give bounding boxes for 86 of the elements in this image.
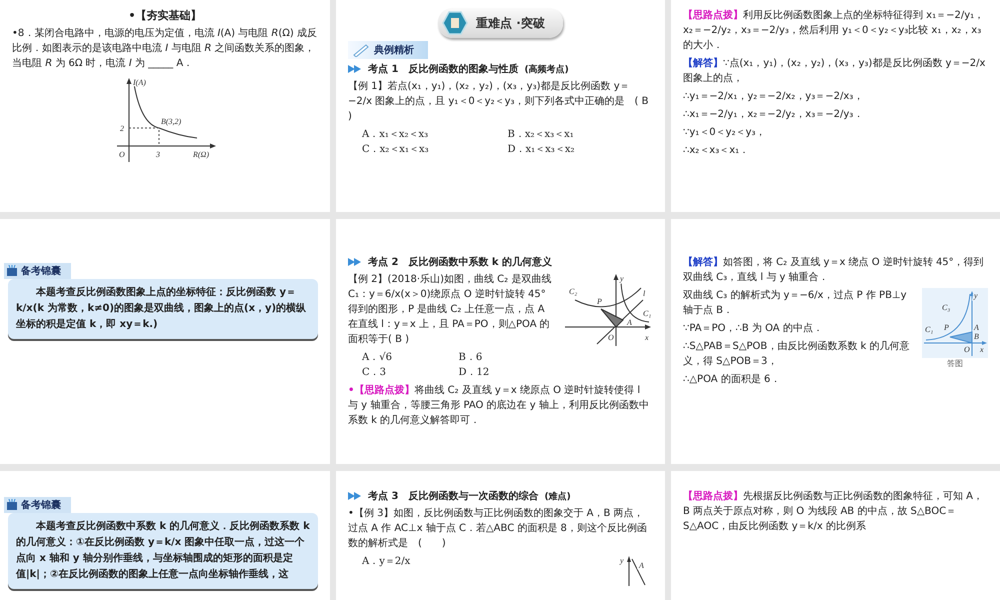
figure-label: P: [944, 323, 949, 332]
paragraph: ∴S△PAB＝S△POB，由反比例函数系数 k 的几何意义，得 S△POB＝3，: [683, 340, 910, 369]
pen-icon: [352, 43, 370, 57]
heading-note: (难点): [544, 490, 571, 502]
paragraph: ∵PA＝PO，∴B 为 OA 的中点．: [683, 322, 824, 336]
line: [596, 300, 644, 344]
answer-option: B．6: [458, 350, 555, 365]
figure-label: R(Ω): [193, 150, 209, 159]
arrow-marker-icon: [348, 258, 362, 266]
slide-thumbnail[interactable]: 备考锦囊 本题考查反比例函数图象上点的坐标特征：反比例函数 y＝k/x(k 为常数，k≠0)的图象是双曲线，图象上的点(x，y)的横纵坐标的积是定值 k，即 xy＝k.): [0, 219, 330, 464]
paragraph: ∴△POA 的面积是 6．: [683, 373, 782, 387]
figure-label: x: [645, 333, 649, 342]
figure-label: A: [627, 318, 632, 327]
paragraph: 【思路点拨】先根据反比例函数与正比例函数的图象特征，可知 A，B 两点关于原点对称，则 O 为线段 AB 的中点，故 S△BOC＝S△AOC，由反比例函数 y＝k/x 的比例系: [683, 490, 984, 534]
figure-label: C₃: [942, 303, 950, 312]
axes-drawing: [627, 556, 631, 586]
arrow-marker-icon: [348, 492, 362, 500]
figure-label: 3: [156, 150, 160, 159]
figure-label: C₂: [569, 287, 578, 296]
paragraph: 双曲线 C₃ 的解析式为 y＝−6/x，过点 P 作 PB⊥y 轴于点 B．: [683, 288, 908, 318]
hexagon-icon: [442, 11, 468, 35]
paragraph: 【例 1】若点(x₁，y₁)，(x₂，y₂)，(x₃，y₃)都是反比例函数 y＝−2/x 图象上的点，且 y₁＜0＜y₂＜y₃，则下列各式中正确的是 ( B ): [348, 80, 650, 124]
tag-label: 典例精析: [374, 44, 414, 57]
slide-thumbnail[interactable]: 重难点 ·突破 典例精析 考点 1 反比例函数的图象与性质 (高频考点) 【例 1】若点(x₁，y₁)，(x₂，y₂)，(x₃，y₃)都是反比例函数 y＝−2/x 图象上的点，且 y₁＜0＜y₂＜y₃，则下列各式中正确的是 ( B ) A．x₁＜x₂＜x₃ B．x₂＜x₃＜x₁ C．x₂＜x₁＜x₃ D．x₁＜x₃＜x₂: [336, 0, 665, 212]
figure-label: O: [608, 333, 614, 342]
tag-label: 备考锦囊: [21, 498, 61, 512]
slide-thumbnail[interactable]: 【解答】如答图，将 C₂ 及直线 y＝x 绕点 O 逆时针旋转 45°，得到双曲线 C₃，直线 l 与 y 轴重合． 双曲线 C₃ 的解析式为 y＝−6/x，过点 P 作 PB⊥y 轴于点 B． ∵PA＝PO，∴B 为 OA 的中点． ∴S△PAB＝S△POB，由反比例函数系数 k 的几何意义，得 S△POB＝3， ∴△POA 的面积是 6． y C₃ C₁ P A B O x 答图: [671, 219, 1000, 464]
figure-label: B(3,2): [161, 117, 182, 126]
answer-option: D．12: [458, 365, 555, 380]
paragraph: ∴y₁＝−2/x₁，y₂＝−2/x₂，y₃＝−2/x₃，: [683, 90, 864, 104]
figure-label: A: [639, 561, 644, 570]
line: [632, 558, 646, 586]
answer-option: A．√6: [362, 350, 458, 365]
banner-title: 重难点 ·突破: [476, 14, 545, 32]
paragraph: 本题考查反比例函数图象上点的坐标特征：反比例函数 y＝k/x(k 为常数，k≠0)的图象是双曲线，图象上的点(x，y)的横纵坐标的积是定值 k，即 xy＝k.): [16, 286, 308, 332]
figure-label: P: [597, 297, 602, 306]
answer-option: B．x₂＜x₃＜x₁: [508, 127, 653, 142]
tag-label: 备考锦囊: [21, 264, 61, 278]
paragraph: 【例 2】(2018·乐山)如图，曲线 C₂ 是双曲线 C₁：y＝6/x(x＞0)绕原点 O 逆时针旋转 45°得到的图形，P 是曲线 C₂ 上任意一点，点 A 在直线 l：y＝x 上，且 PA＝PO，则△POA 的面积等于( B ): [348, 272, 552, 347]
slide-thumbnail[interactable]: [336, 219, 665, 464]
figure-caption: 答图: [947, 358, 963, 369]
figure-label: A: [974, 323, 979, 332]
curve: [926, 294, 970, 340]
answer-option: A．x₁＜x₂＜x₃: [362, 127, 508, 142]
triangle: [950, 331, 972, 344]
figure-label: y: [620, 274, 624, 283]
section-heading: 考点 3 反比例函数与一次函数的综合: [368, 490, 538, 503]
section-heading: 考点 2 反比例函数中系数 k 的几何意义: [368, 255, 552, 269]
answer-option: C．x₂＜x₁＜x₃: [362, 142, 508, 157]
slide-thumbnail[interactable]: 【思路点拨】先根据反比例函数与正比例函数的图象特征，可知 A，B 两点关于原点对称，则 O 为线段 AB 的中点，故 S△BOC＝S△AOC，由反比例函数 y＝k/x 的比例系: [671, 471, 1000, 600]
heading-note: (高频考点): [524, 63, 569, 76]
paragraph: 【思路点拨】利用反比例函数图象上点的坐标特征得到 x₁＝−2/y₁，x₂＝−2/y₂，x₃＝−2/y₃，然后利用 y₁＜0＜y₂＜y₃比较 x₁，x₂，x₃的大小．: [683, 8, 986, 53]
paragraph: ∴x₁＝−2/y₁，x₂＝−2/y₂，x₃＝−2/y₃．: [683, 108, 864, 122]
figure-label: B: [974, 332, 979, 341]
paragraph: •【思路点拨】将曲线 C₂ 及直线 y＝x 绕原点 O 逆时针旋转使得 l 与 y 轴重合，等腰三角形 PAO 的底边在 y 轴上，利用反比例函数中系数 k 的几何意义解答即可．: [348, 384, 650, 428]
paragraph: ∴x₂＜x₃＜x₁．: [683, 144, 750, 158]
figure-label: I(A): [133, 78, 146, 87]
triangle: [600, 308, 624, 328]
paragraph: •【例 3】如图，反比例函数与正比例函数的图象交于 A，B 两点，过点 A 作 AC⊥x 轴于点 C．若△ABC 的面积是 8，则这个反比例函数的解析式是 ( ): [348, 506, 648, 551]
paragraph: 【解答】∵点(x₁，y₁)，(x₂，y₂)，(x₃，y₃)都是反比例函数 y＝−2/x 图象上的点，: [683, 56, 986, 86]
figure-label: O: [119, 150, 125, 159]
answer-option: A．y＝2/x: [362, 554, 488, 569]
section-title: •【夯实基础】: [127, 8, 203, 23]
arrow-marker-icon: [348, 65, 362, 73]
figure-label: y: [620, 556, 624, 565]
figure-label: C₁: [925, 325, 934, 334]
book-icon: [6, 265, 18, 277]
paragraph: 【解答】如答图，将 C₂ 及直线 y＝x 绕点 O 逆时针旋转 45°，得到双曲线 C₃，直线 l 与 y 轴重合．: [683, 256, 985, 285]
paragraph: ∵y₁＜0＜y₂＜y₃，: [683, 126, 767, 140]
slide-thumbnail[interactable]: [671, 0, 1000, 212]
figure-label: 2: [120, 124, 124, 133]
section-heading: 考点 1 反比例函数的图象与性质: [368, 62, 518, 76]
figure-label: y: [974, 291, 978, 300]
slide-thumbnail[interactable]: 备考锦囊 本题考查反比例函数中系数 k 的几何意义．反比例函数系数 k 的几何意义：①在反比例函数 y＝k/x 图象中任取一点，过这一个点向 x 轴和 y 轴分别作垂线，与坐标轴围成的矩形的面积是定值|k|；②在反比例函数的图象上任意一点向坐标轴作垂线，这: [0, 471, 330, 600]
guide-line: [128, 128, 160, 146]
figure-label: C₁: [643, 309, 652, 318]
figure-label: l: [643, 289, 646, 298]
book-icon: [6, 499, 18, 511]
answer-option: C．3: [362, 365, 458, 380]
paragraph: •8．某闭合电路中，电源的电压为定值，电流 I(A) 与电阻 R(Ω) 成反比例．如图表示的是该电路中电流 I 与电阻 R 之间函数关系的图象，当电阻 R 为 6Ω 时，电流 I 为 _____ A．: [12, 26, 318, 71]
paragraph: 本题考查反比例函数中系数 k 的几何意义．反比例函数系数 k 的几何意义：①在反比例函数 y＝k/x 图象中任取一点，过这一个点向 x 轴和 y 轴分别作垂线，与坐标轴围成的矩形的面积是定值|k|；②在反比例函数的图象上任意一点向坐标轴作垂线，这: [16, 519, 310, 582]
slide-thumbnail[interactable]: •【夯实基础】 •8．某闭合电路中，电源的电压为定值，电流 I(A) 与电阻 R(Ω) 成反比例．如图表示的是该电路中电流 I 与电阻 R 之间函数关系的图象，当电阻 R 为 6Ω 时，电流 I 为 _____ A． I(A) B(3,2) 2 O 3 R(Ω): [0, 0, 330, 212]
answer-option: D．x₁＜x₃＜x₂: [508, 142, 653, 157]
figure-label: O: [964, 345, 970, 354]
slide-thumbnail[interactable]: 考点 3 反比例函数与一次函数的综合 (难点) •【例 3】如图，反比例函数与正比例函数的图象交于 A，B 两点，过点 A 作 AC⊥x 轴于点 C．若△ABC 的面积是 8，则这个反比例函数的解析式是 ( ) A．y＝2/x y A: [336, 471, 665, 600]
figure-label: x: [980, 345, 984, 354]
